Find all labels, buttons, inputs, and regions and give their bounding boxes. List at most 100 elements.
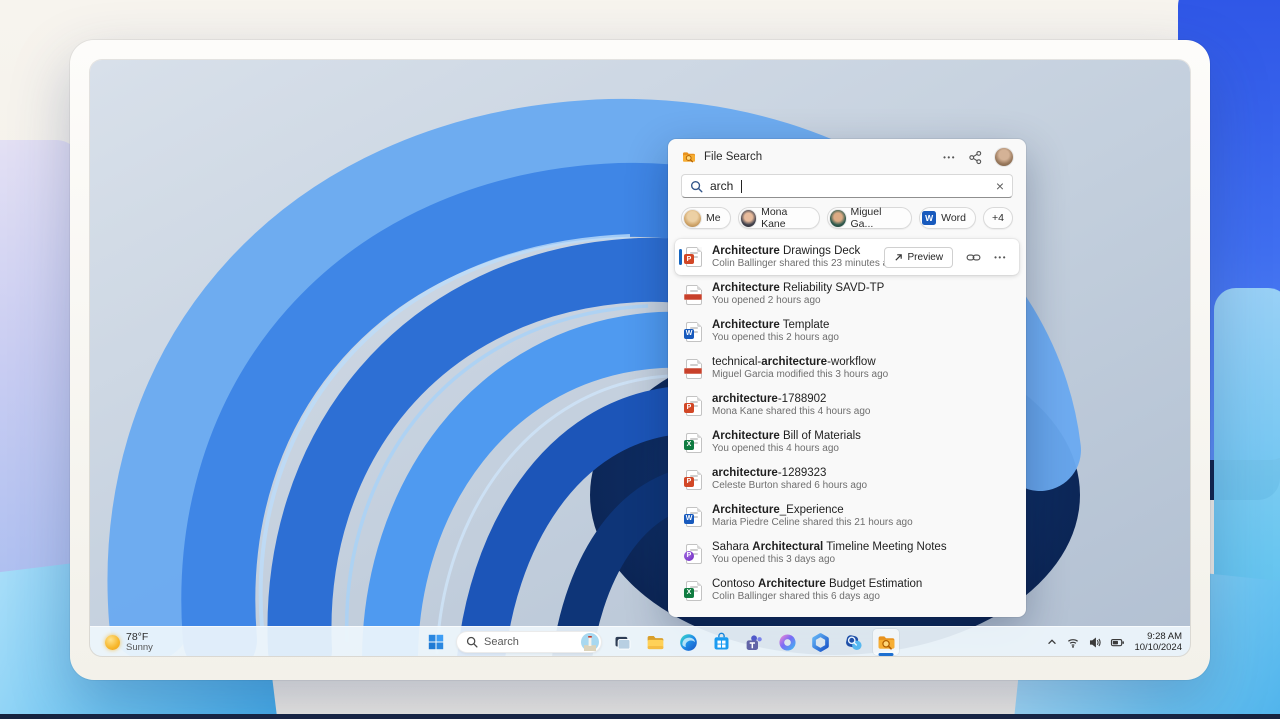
filter-chip-more[interactable]: +4 <box>983 207 1013 229</box>
result-meta: Maria Piedre Celine shared this 21 hours… <box>712 517 913 530</box>
word-file-icon: W <box>686 507 702 527</box>
file-search-app-icon <box>681 149 697 165</box>
user-avatar[interactable] <box>995 148 1013 166</box>
pdf-file-icon <box>686 285 702 305</box>
clock-time: 9:28 AM <box>1134 631 1182 642</box>
result-title: technical-architecture-workflow <box>712 355 888 369</box>
filter-chip-label: Me <box>706 212 721 224</box>
chevron-up-icon[interactable] <box>1046 636 1058 648</box>
teams-icon[interactable] <box>741 629 767 655</box>
marketing-background: File Search ••• arch × Me Mona Kane Miguel… <box>0 0 1280 719</box>
clock-date: 10/10/2024 <box>1134 642 1182 653</box>
result-title: Architecture_Experience <box>712 503 913 517</box>
result-row[interactable]: XContoso Architecture Budget EstimationC… <box>668 572 1026 609</box>
m365-icon[interactable] <box>807 629 833 655</box>
result-meta: Colin Ballinger shared this 6 days ago <box>712 591 922 604</box>
ppt-file-icon: P <box>686 247 702 267</box>
word-app-icon: W <box>922 211 936 225</box>
result-row[interactable]: Parchitecture-1788902Mona Kane shared th… <box>668 387 1026 424</box>
clear-search-icon[interactable]: × <box>996 179 1004 193</box>
window-titlebar: File Search ••• <box>668 139 1026 172</box>
start-button[interactable] <box>423 629 449 655</box>
volume-icon[interactable] <box>1088 636 1102 649</box>
more-options-icon[interactable]: ••• <box>943 153 956 162</box>
result-title: Architecture Bill of Materials <box>712 429 861 443</box>
filter-chip-mona[interactable]: Mona Kane <box>738 207 820 229</box>
active-app-indicator <box>879 653 894 656</box>
windows-logo-icon <box>427 633 445 651</box>
loop-file-icon: P <box>686 544 702 564</box>
search-query-text: arch <box>710 179 733 193</box>
result-actions: Preview ••• <box>884 247 1019 268</box>
word-file-icon: W <box>686 322 702 342</box>
result-title: Sahara Architectural Timeline Meeting No… <box>712 540 947 554</box>
edge-icon[interactable] <box>675 629 701 655</box>
taskbar-search-box[interactable]: Search <box>456 631 602 653</box>
pdf-file-icon <box>686 359 702 379</box>
open-arrow-icon <box>894 253 903 262</box>
result-title: Architecture Reliability SAVD-TP <box>712 281 884 295</box>
task-view-icon[interactable] <box>609 629 635 655</box>
search-app-icon[interactable] <box>840 629 866 655</box>
preview-button[interactable]: Preview <box>884 247 954 268</box>
filter-chips: Me Mona Kane Miguel Ga... W Word +4 <box>681 207 1013 229</box>
weather-temperature: 78°F <box>126 631 153 643</box>
filter-chip-label: Miguel Ga... <box>851 206 903 230</box>
result-row[interactable]: Architecture Reliability SAVD-TPYou open… <box>668 276 1026 313</box>
file-search-icon[interactable] <box>873 629 899 655</box>
result-row[interactable]: W Architecture_ExperienceMaria Piedre Cel… <box>668 498 1026 535</box>
result-more-icon[interactable]: ••• <box>994 253 1007 262</box>
result-meta: You opened this 3 days ago <box>712 554 947 567</box>
wifi-icon[interactable] <box>1066 636 1080 649</box>
weather-widget[interactable]: 78°F Sunny <box>99 627 159 656</box>
result-meta: Mona Kane shared this 4 hours ago <box>712 406 870 419</box>
text-caret <box>741 180 742 193</box>
result-row[interactable]: technical-architecture-workflowMiguel Ga… <box>668 350 1026 387</box>
result-row[interactable]: Parchitecture-1289323Celeste Burton shar… <box>668 461 1026 498</box>
store-icon[interactable] <box>708 629 734 655</box>
selection-accent-bar <box>679 249 682 265</box>
monitor-frame: File Search ••• arch × Me Mona Kane Miguel… <box>70 40 1210 680</box>
result-meta: You opened this 4 hours ago <box>712 443 861 456</box>
filter-chip-label: Word <box>941 212 966 224</box>
miguel-avatar <box>830 210 845 227</box>
weather-condition: Sunny <box>126 643 153 654</box>
result-meta: Celeste Burton shared 6 hours ago <box>712 480 867 493</box>
desktop: File Search ••• arch × Me Mona Kane Miguel… <box>90 60 1190 656</box>
ppt-file-icon: P <box>686 396 702 416</box>
result-title: architecture-1289323 <box>712 466 867 480</box>
result-row[interactable]: P Sahara Architectural Timeline Meeting N… <box>668 535 1026 572</box>
search-results: PArchitecture Drawings DeckColin Balling… <box>668 239 1026 609</box>
excel-file-icon: X <box>686 433 702 453</box>
search-icon <box>690 180 703 193</box>
filter-chip-me[interactable]: Me <box>681 207 731 229</box>
file-explorer-icon[interactable] <box>642 629 668 655</box>
taskbar-search-placeholder: Search <box>484 636 575 648</box>
file-search-window: File Search ••• arch × Me Mona Kane Miguel… <box>668 139 1026 617</box>
filter-chip-label: +4 <box>992 212 1004 224</box>
result-meta: You opened this 2 hours ago <box>712 332 839 345</box>
result-row[interactable]: PArchitecture Drawings DeckColin Balling… <box>675 239 1019 275</box>
result-title: Architecture Template <box>712 318 839 332</box>
copilot-icon[interactable] <box>774 629 800 655</box>
filter-chip-word[interactable]: W Word <box>919 207 976 229</box>
taskbar-clock[interactable]: 9:28 AM 10/10/2024 <box>1134 631 1182 654</box>
system-tray: 9:28 AM 10/10/2024 <box>1046 627 1182 656</box>
taskbar: 78°F Sunny Search <box>90 626 1190 656</box>
result-row[interactable]: W Architecture TemplateYou opened this 2 … <box>668 313 1026 350</box>
taskbar-center: Search <box>423 627 899 656</box>
share-icon[interactable] <box>968 150 983 165</box>
mona-avatar <box>741 210 756 227</box>
battery-icon[interactable] <box>1110 636 1125 649</box>
result-title: architecture-1788902 <box>712 392 870 406</box>
filter-chip-miguel[interactable]: Miguel Ga... <box>827 207 912 229</box>
result-meta: You opened 2 hours ago <box>712 295 884 308</box>
filter-chip-label: Mona Kane <box>761 206 810 230</box>
result-title: Contoso Architecture Budget Estimation <box>712 577 922 591</box>
result-row[interactable]: X Architecture Bill of MaterialsYou opene… <box>668 424 1026 461</box>
search-input[interactable]: arch × <box>681 174 1013 198</box>
copy-link-icon[interactable] <box>966 250 981 265</box>
ppt-file-icon: P <box>686 470 702 490</box>
search-highlight-image[interactable] <box>581 633 599 651</box>
bg-bottom-stripe <box>0 714 1280 719</box>
